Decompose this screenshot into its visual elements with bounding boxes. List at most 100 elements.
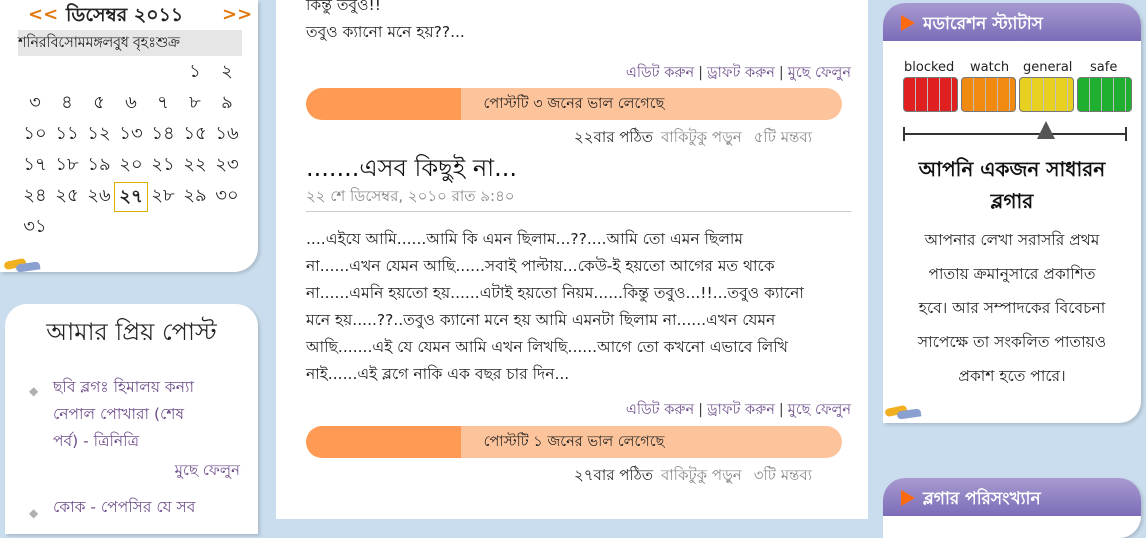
calendar-day-today[interactable]: ২৭ (114, 182, 148, 212)
calendar-day[interactable]: ১৫ (178, 120, 212, 148)
comments-link[interactable]: ৫টি মন্তব্য (754, 128, 812, 146)
calendar-day[interactable]: ৪ (50, 89, 84, 117)
bullet-icon: ◆ (29, 506, 39, 520)
calendar-weekday-row: শনিরবিসোমমঙ্গলবুধ বৃহঃশুক্র (18, 30, 242, 56)
moderation-title: মডারেশন স্ট্যাটাস (923, 14, 1043, 34)
blogger-stats-widget: ব্লগার পরিসংখ্যান (883, 478, 1141, 538)
post-stats: ২৭বার পঠিত বাকিটুকু পড়ুন ৩টি মন্তব্য (574, 464, 812, 489)
moderation-status-text: আপনি একজন সাধারন ব্লগার (918, 157, 1106, 213)
post-body-line: আছি.......এই যে যেমন আমি এখন লিখছি......… (306, 338, 788, 356)
level-label-watch: watch (970, 60, 1010, 75)
calendar-day[interactable]: ১ (178, 58, 212, 86)
moderation-description: আপনার লেখা সরাসরি প্রথম পাতায় ক্রমানুসার… (897, 223, 1127, 393)
post-body-line: মনে হয়.....??..তবুও ক্যানো মনে হয় আমি … (306, 311, 776, 329)
calendar-day[interactable]: ১০ (18, 120, 52, 148)
watch-lamp-icon (961, 77, 1016, 112)
calendar-day[interactable]: ২২ (178, 151, 212, 179)
blogger-stats-title: ব্লগার পরিসংখ্যান (923, 489, 1041, 509)
calendar-day[interactable]: ৮ (178, 89, 212, 117)
like-count-text: পোস্টটি ৩ জনের ভাল লেগেছে (483, 96, 665, 112)
favorite-post-link[interactable]: কোক - পেপসির যে সব (53, 494, 233, 521)
calendar-day[interactable]: ২১ (146, 151, 180, 179)
calendar-widget: << ডিসেম্বর ২০১১ >> শনিরবিসোমমঙ্গলবুধ বৃ… (0, 0, 258, 273)
calendar-day[interactable]: ৭ (146, 89, 180, 117)
calendar-header: << ডিসেম্বর ২০১১ >> (0, 0, 258, 28)
moderation-desc-line: প্রকাশ হতে পারে। (958, 367, 1066, 385)
draft-link[interactable]: ড্রাফট করুন (707, 65, 775, 81)
delete-link[interactable]: মুছে ফেলুন (788, 402, 851, 418)
calendar-day[interactable]: ২০ (114, 151, 148, 179)
post-title[interactable]: .......এসব কিছুই না... (306, 150, 517, 190)
post-body: ....এইযে আমি......আমি কি এমন ছিলাম...??.… (306, 226, 804, 388)
delete-link[interactable]: মুছে ফেলুন (788, 65, 851, 81)
calendar-day[interactable]: ২৪ (18, 182, 52, 210)
calendar-day[interactable]: ১১ (50, 120, 84, 148)
calendar-day[interactable]: ১৪ (146, 120, 180, 148)
status-marker-icon (1037, 121, 1055, 139)
post-body-line: না......এমনি হয়তো হয়......এটাই হয়তো ন… (306, 284, 804, 302)
level-label-general: general (1023, 60, 1073, 75)
calendar-day[interactable]: ১৩ (114, 120, 148, 148)
calendar-day[interactable]: ২৫ (50, 182, 84, 210)
moderation-desc-line: হবে। আর সম্পাদকের বিবেচনা (918, 299, 1106, 317)
edit-link[interactable]: এডিট করুন (626, 65, 694, 81)
calendar-day[interactable]: ৫ (82, 89, 116, 117)
favorite-delete-link[interactable]: মুছে ফেলুন (175, 459, 240, 484)
post-body-line: ....এইযে আমি......আমি কি এমন ছিলাম...??.… (306, 230, 744, 248)
calendar-day[interactable]: ২৩ (210, 151, 244, 179)
calendar-day[interactable]: ২৮ (146, 182, 180, 210)
post-actions: এডিট করুন | ড্রাফট করুন | মুছে ফেলুন (625, 65, 851, 81)
arrow-icon (901, 15, 915, 31)
prev-month-link[interactable]: << (28, 4, 58, 25)
post-body-line: না......এখন যেমন আছি......সবাই পাল্টায়.… (306, 257, 775, 275)
calendar-day[interactable]: ২৬ (82, 182, 116, 210)
scale-tick (903, 127, 905, 141)
like-bar: পোস্টটি ১ জনের ভাল লেগেছে (306, 426, 842, 458)
draft-link[interactable]: ড্রাফট করুন (707, 402, 775, 418)
post-stats: ২২বার পঠিত বাকিটুকু পড়ুন ৫টি মন্তব্য (574, 126, 812, 151)
read-count: ২২বার পঠিত (574, 128, 653, 146)
calendar-day[interactable]: ৬ (114, 89, 148, 117)
post-actions: এডিট করুন | ড্রাফট করুন | মুছে ফেলুন (625, 402, 851, 418)
calendar-day[interactable]: ১৭ (18, 151, 52, 179)
moderation-header: মডারেশন স্ট্যাটাস (883, 3, 1141, 41)
moderation-desc-line: সাপেক্ষে তা সংকলিত পাতায়ও (917, 333, 1107, 351)
next-month-link[interactable]: >> (222, 4, 252, 25)
calendar-day[interactable]: ৩১ (18, 213, 52, 241)
calendar-day[interactable]: ১৯ (82, 151, 116, 179)
blocked-lamp-icon (903, 77, 958, 112)
blogger-stats-header: ব্লগার পরিসংখ্যান (883, 478, 1141, 516)
status-scale (903, 133, 1127, 135)
post-date: ২২ শে ডিসেম্বর, ২০১০ রাত ৯:৪০ (306, 187, 515, 205)
calendar-day[interactable]: ৩০ (210, 182, 244, 210)
calendar-day[interactable]: ২৯ (178, 182, 212, 210)
general-lamp-icon (1019, 77, 1074, 112)
moderation-desc-line: আপনার লেখা সরাসরি প্রথম (924, 231, 1100, 249)
favorite-post-link[interactable]: ছবি ব্লগঃ হিমালয় কন্যা নেপাল পোখারা (শে… (53, 374, 233, 455)
level-label-blocked: blocked (904, 60, 955, 75)
read-count: ২৭বার পঠিত (574, 466, 653, 484)
read-more-link[interactable]: বাকিটুকু পড়ুন (661, 466, 742, 484)
decor-swoosh-icon (3, 257, 41, 273)
arrow-icon (901, 490, 915, 506)
calendar-month-title: ডিসেম্বর ২০১১ (66, 4, 184, 26)
read-more-link[interactable]: বাকিটুকু পড়ুন (661, 128, 742, 146)
calendar-day[interactable]: ২ (210, 58, 244, 86)
comments-link[interactable]: ৩টি মন্তব্য (754, 466, 812, 484)
calendar-day[interactable]: ১৬ (210, 120, 244, 148)
like-count-text: পোস্টটি ১ জনের ভাল লেগেছে (483, 434, 665, 450)
calendar-day[interactable]: ১৮ (50, 151, 84, 179)
edit-link[interactable]: এডিট করুন (626, 402, 694, 418)
post-body-line: নাই......এই ব্লগে নাকি এক বছর চার দিন... (306, 365, 570, 383)
bullet-icon: ◆ (29, 384, 39, 398)
level-label-safe: safe (1090, 60, 1118, 75)
moderation-status-widget: মডারেশন স্ট্যাটাস blocked watch general … (883, 3, 1141, 423)
calendar-day[interactable]: ৯ (210, 89, 244, 117)
safe-lamp-icon (1077, 77, 1132, 112)
calendar-day[interactable]: ১২ (82, 120, 116, 148)
decor-swoosh-icon (884, 404, 922, 420)
calendar-day[interactable]: ৩ (18, 89, 52, 117)
favorites-title: আমার প্রিয় পোস্ট (46, 318, 217, 346)
post-body-tail: কিন্তু তবুও!! তবুও ক্যানো মনে হয়??... (306, 0, 465, 41)
moderation-desc-line: পাতায় ক্রমানুসারে প্রকাশিত (928, 265, 1096, 283)
